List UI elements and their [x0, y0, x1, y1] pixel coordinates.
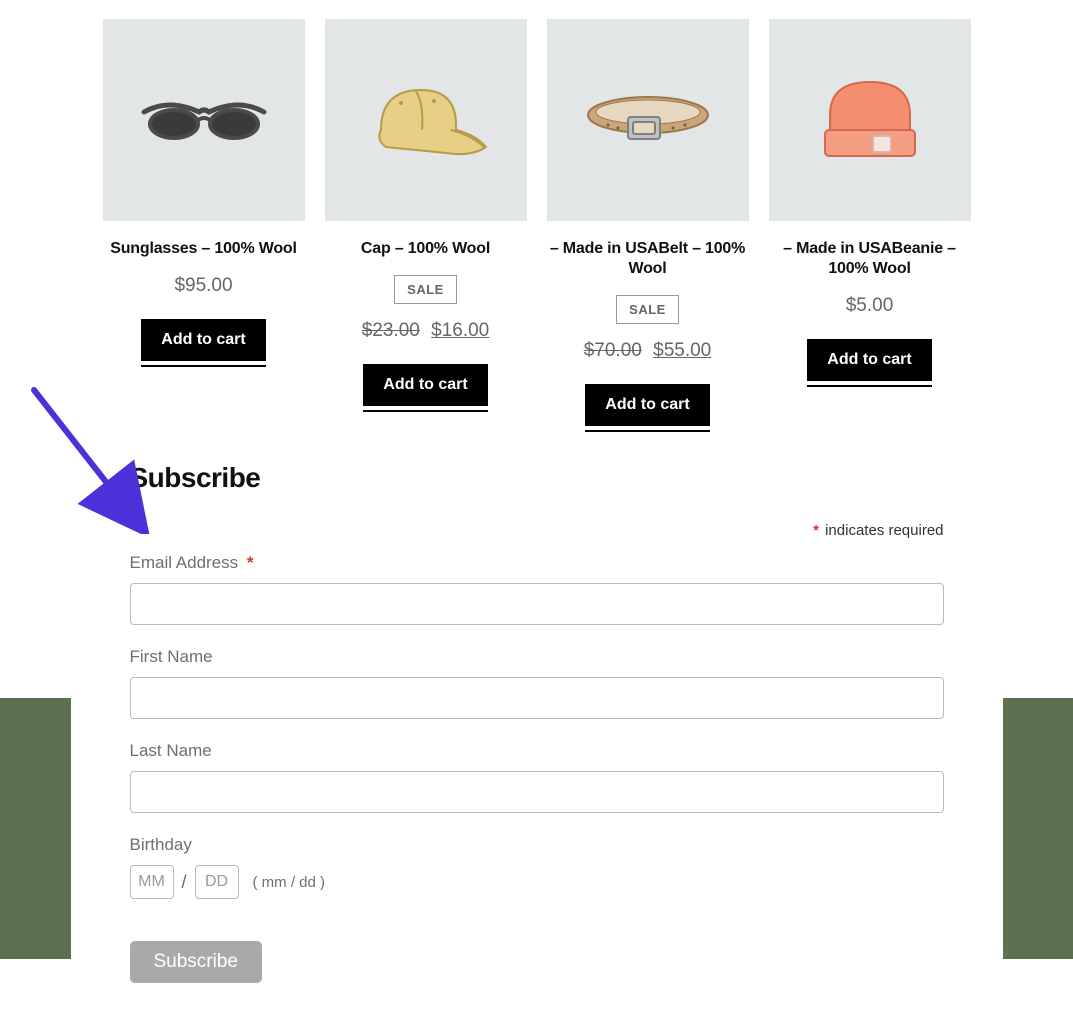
sale-badge: SALE — [616, 295, 679, 324]
email-input[interactable] — [130, 583, 944, 625]
email-label-text: Email Address — [130, 553, 239, 572]
price-current: $55.00 — [653, 340, 711, 361]
birthday-day-input[interactable] — [195, 865, 239, 899]
birthday-month-input[interactable] — [130, 865, 174, 899]
product-price: $23.00 $16.00 — [325, 320, 527, 342]
required-star: * — [813, 522, 819, 539]
last-name-label: Last Name — [130, 741, 944, 761]
product-image — [547, 19, 749, 221]
field-birthday: Birthday / ( mm / dd ) — [130, 835, 944, 899]
product-image — [769, 19, 971, 221]
birthday-hint: ( mm / dd ) — [253, 874, 326, 891]
products-row: Sunglasses – 100% Wool $95.00 Add to car… — [71, 0, 1003, 426]
product-image — [325, 19, 527, 221]
add-to-cart-button[interactable]: Add to cart — [807, 339, 931, 381]
required-text: indicates required — [825, 522, 943, 539]
price-current: $5.00 — [846, 295, 894, 316]
birthday-label: Birthday — [130, 835, 944, 855]
field-email: Email Address * — [130, 553, 944, 625]
subscribe-section: Subscribe * indicates required Email Add… — [71, 426, 1003, 983]
birthday-separator: / — [182, 872, 187, 893]
product-title[interactable]: Sunglasses – 100% Wool — [103, 239, 305, 259]
add-to-cart-button[interactable]: Add to cart — [585, 384, 709, 426]
add-to-cart-button[interactable]: Add to cart — [141, 319, 265, 361]
first-name-label: First Name — [130, 647, 944, 667]
cap-icon — [356, 75, 496, 165]
sunglasses-icon — [139, 90, 269, 150]
subscribe-heading: Subscribe — [130, 462, 944, 494]
product-card: – Made in USABelt – 100% Wool SALE $70.0… — [547, 19, 749, 426]
product-price: $95.00 — [103, 275, 305, 297]
required-indicator: * indicates required — [130, 522, 944, 539]
price-current: $16.00 — [431, 320, 489, 341]
product-title[interactable]: – Made in USABelt – 100% Wool — [547, 239, 749, 279]
field-last-name: Last Name — [130, 741, 944, 813]
subscribe-button[interactable]: Subscribe — [130, 941, 263, 983]
price-original: $70.00 — [584, 340, 642, 361]
sale-badge: SALE — [394, 275, 457, 304]
beanie-icon — [815, 70, 925, 170]
product-price: $5.00 — [769, 295, 971, 317]
page-content: Sunglasses – 100% Wool $95.00 Add to car… — [71, 0, 1003, 1013]
field-first-name: First Name — [130, 647, 944, 719]
product-card: Sunglasses – 100% Wool $95.00 Add to car… — [103, 19, 305, 426]
product-price: $70.00 $55.00 — [547, 340, 749, 362]
product-title[interactable]: – Made in USABeanie – 100% Wool — [769, 239, 971, 279]
price-current: $95.00 — [174, 275, 232, 296]
required-star: * — [247, 553, 254, 572]
product-card: Cap – 100% Wool SALE $23.00 $16.00 Add t… — [325, 19, 527, 426]
add-to-cart-button[interactable]: Add to cart — [363, 364, 487, 406]
product-card: – Made in USABeanie – 100% Wool $5.00 Ad… — [769, 19, 971, 426]
price-original: $23.00 — [362, 320, 420, 341]
belt-icon — [573, 85, 723, 155]
first-name-input[interactable] — [130, 677, 944, 719]
product-title[interactable]: Cap – 100% Wool — [325, 239, 527, 259]
product-image — [103, 19, 305, 221]
email-label: Email Address * — [130, 553, 944, 573]
last-name-input[interactable] — [130, 771, 944, 813]
